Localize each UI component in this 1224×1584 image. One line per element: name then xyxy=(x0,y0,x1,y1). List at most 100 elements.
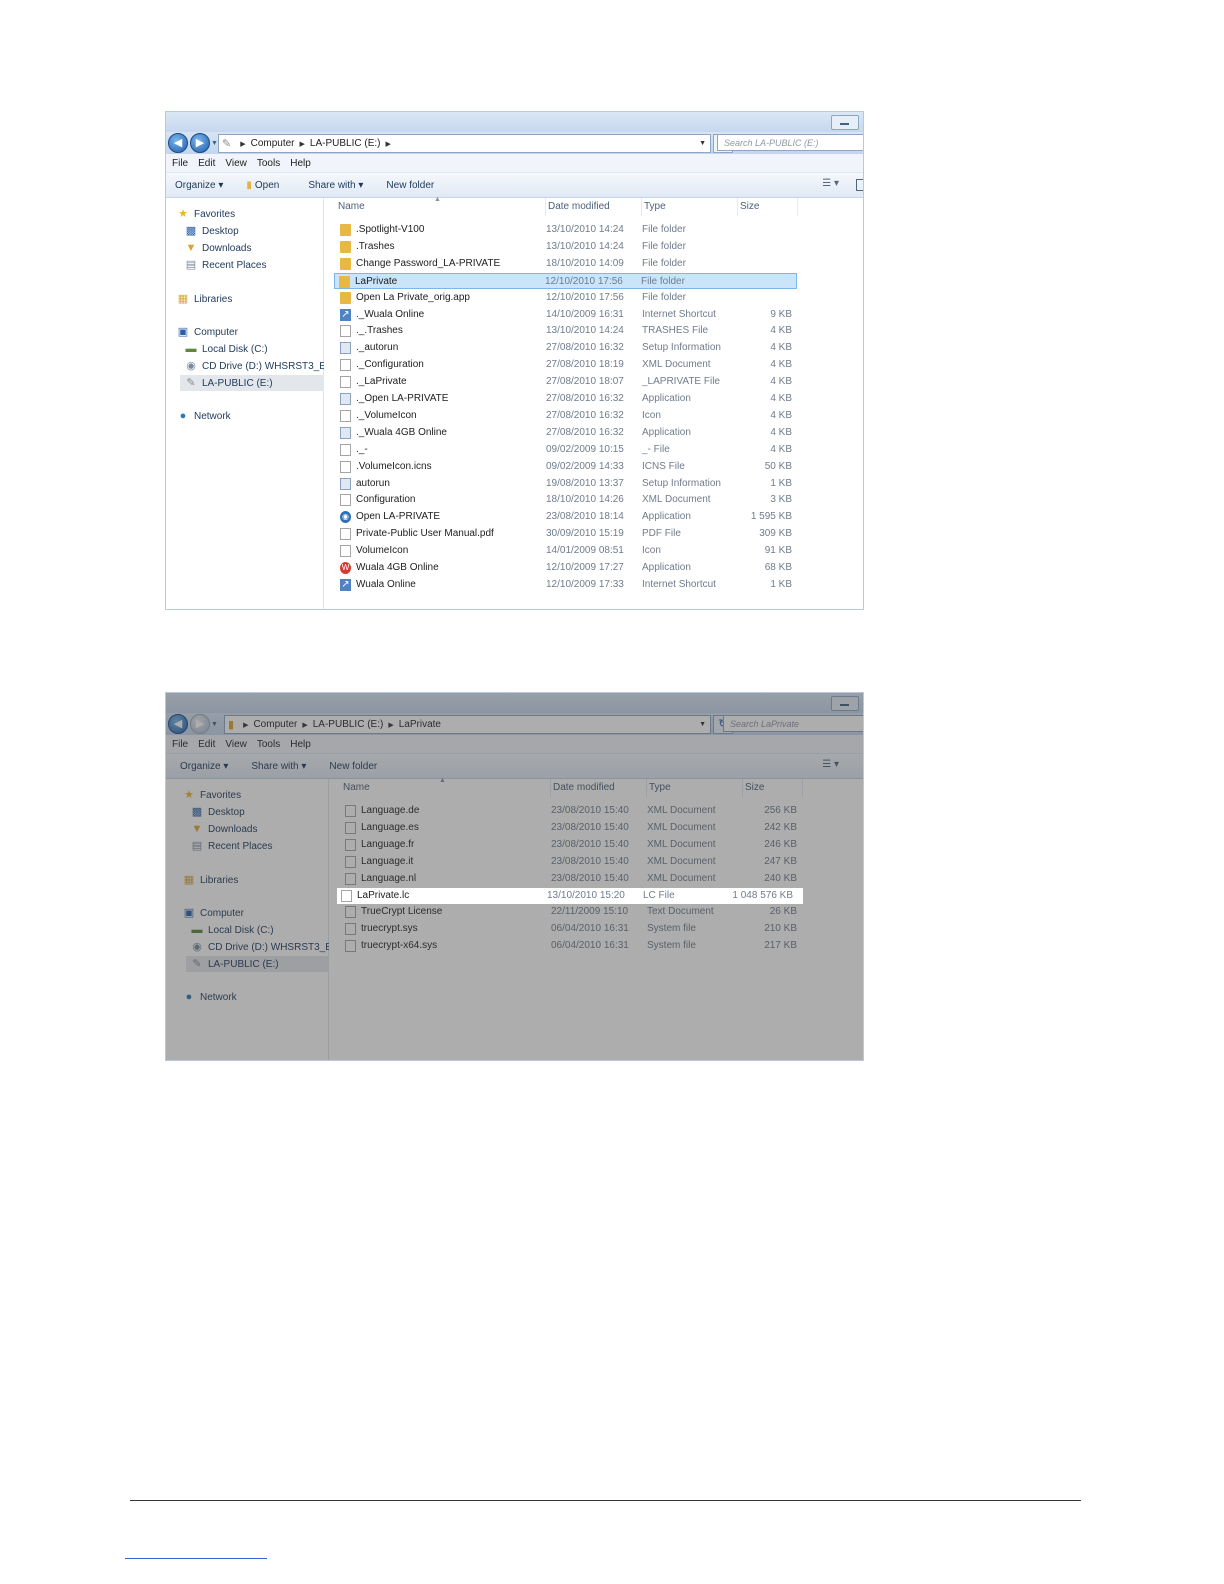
minimize-button[interactable] xyxy=(831,696,859,711)
file-row[interactable]: .Trashes 13/10/2010 14:24 File folder xyxy=(336,239,796,255)
column-header-date[interactable]: Date modified xyxy=(546,198,642,216)
file-row[interactable]: Language.nl 23/08/2010 15:40 XML Document 2… xyxy=(341,871,801,887)
file-row[interactable]: Language.it 23/08/2010 15:40 XML Document 2… xyxy=(341,854,801,870)
file-row[interactable]: Language.es 23/08/2010 15:40 XML Document 2… xyxy=(341,820,801,836)
file-row[interactable]: ._.Trashes 13/10/2010 14:24 TRASHES File 4 … xyxy=(336,323,796,339)
forward-button[interactable]: ▶ xyxy=(190,133,210,153)
file-row[interactable]: Configuration 18/10/2010 14:26 XML Documen… xyxy=(336,492,796,508)
file-row[interactable]: ._Configuration 27/08/2010 18:19 XML Docum… xyxy=(336,357,796,373)
nav-desktop[interactable]: ▩ Desktop xyxy=(190,804,245,820)
file-row[interactable]: TrueCrypt License 22/11/2009 15:10 Text Do… xyxy=(341,904,801,920)
breadcrumb-separator-icon[interactable]: ▶ xyxy=(243,721,248,729)
file-row[interactable]: ._LaPrivate 27/08/2010 18:07 _LAPRIVATE Fi… xyxy=(336,374,796,390)
breadcrumb-separator-icon[interactable]: ▶ xyxy=(385,140,390,148)
minimize-button[interactable] xyxy=(831,115,859,130)
file-row[interactable]: .Spotlight-V100 13/10/2010 14:24 File fold… xyxy=(336,222,796,238)
address-dropdown-icon[interactable]: ▼ xyxy=(699,721,706,728)
column-header-name[interactable]: Name xyxy=(343,779,551,797)
file-row[interactable]: ↗ Wuala Online 12/10/2009 17:33 Internet Sh… xyxy=(336,577,796,593)
organize-button[interactable]: Organize ▾ xyxy=(175,180,223,191)
search-input[interactable]: Search LaPrivate xyxy=(723,715,863,732)
column-header-type[interactable]: Type xyxy=(647,779,743,797)
back-button[interactable]: ◀ xyxy=(168,133,188,153)
file-row[interactable]: VolumeIcon 14/01/2009 08:51 Icon 91 KB xyxy=(336,543,796,559)
nav-computer[interactable]: ▣ Computer xyxy=(182,905,244,921)
file-row[interactable]: truecrypt-x64.sys 06/04/2010 16:31 System … xyxy=(341,938,801,954)
file-row[interactable]: autorun 19/08/2010 13:37 Setup Information… xyxy=(336,476,796,492)
open-button[interactable]: ▮ Open xyxy=(246,180,279,191)
file-row[interactable]: Change Password_LA-PRIVATE 18/10/2010 14:… xyxy=(336,256,796,272)
file-row[interactable]: ◉ Open LA-PRIVATE 23/08/2010 18:14 Applicat… xyxy=(336,509,796,525)
menu-edit[interactable]: Edit xyxy=(198,739,215,750)
file-row[interactable]: Language.fr 23/08/2010 15:40 XML Document 2… xyxy=(341,837,801,853)
column-header-name[interactable]: Name xyxy=(338,198,546,216)
menu-help[interactable]: Help xyxy=(290,739,311,750)
breadcrumb-separator-icon[interactable]: ▶ xyxy=(302,721,307,729)
file-row[interactable]: Private-Public User Manual.pdf 30/09/2010… xyxy=(336,526,796,542)
nav-favorites[interactable]: ★ Favorites xyxy=(176,206,235,222)
nav-network[interactable]: ● Network xyxy=(182,989,237,1005)
address-bar[interactable]: ▮ ▶ Computer ▶ LA-PUBLIC (E:) ▶ LaPrivat… xyxy=(224,715,711,734)
breadcrumb-laprivate[interactable]: LaPrivate xyxy=(399,719,441,730)
file-row[interactable]: Open La Private_orig.app 12/10/2010 17:56… xyxy=(336,290,796,306)
menu-help[interactable]: Help xyxy=(290,158,311,169)
file-row[interactable]: Language.de 23/08/2010 15:40 XML Document 2… xyxy=(341,803,801,819)
menu-file[interactable]: File xyxy=(172,158,188,169)
menu-view[interactable]: View xyxy=(225,158,247,169)
breadcrumb-la-public[interactable]: LA-PUBLIC (E:) xyxy=(313,719,384,730)
nav-local-disk[interactable]: ▬ Local Disk (C:) xyxy=(184,341,268,357)
organize-button[interactable]: Organize ▾ xyxy=(180,761,228,772)
share-with-button[interactable]: Share with ▾ xyxy=(308,180,363,191)
file-row[interactable]: W Wuala 4GB Online 12/10/2009 17:27 Applica… xyxy=(336,560,796,576)
nav-libraries[interactable]: ▦ Libraries xyxy=(176,291,233,307)
share-with-button[interactable]: Share with ▾ xyxy=(251,761,306,772)
menu-tools[interactable]: Tools xyxy=(257,739,280,750)
breadcrumb-computer[interactable]: Computer xyxy=(253,719,297,730)
menu-file[interactable]: File xyxy=(172,739,188,750)
nav-computer[interactable]: ▣ Computer xyxy=(176,324,238,340)
nav-libraries[interactable]: ▦ Libraries xyxy=(182,872,239,888)
nav-cd-drive[interactable]: ◉ CD Drive (D:) WHSRST3_EN xyxy=(184,358,333,374)
search-input[interactable]: Search LA-PUBLIC (E:) xyxy=(717,134,863,151)
file-row[interactable]: truecrypt.sys 06/04/2010 16:31 System file… xyxy=(341,921,801,937)
file-row[interactable]: ._- 09/02/2009 10:15 _- File 4 KB xyxy=(336,442,796,458)
breadcrumb-separator-icon[interactable]: ▶ xyxy=(388,721,393,729)
forward-button[interactable]: ▶ xyxy=(190,714,210,734)
nav-la-public[interactable]: ✎ LA-PUBLIC (E:) xyxy=(186,956,332,972)
change-view-icon[interactable]: ☰ ▾ xyxy=(822,178,839,189)
file-row[interactable]: ._Open LA-PRIVATE 27/08/2010 16:32 Applica… xyxy=(336,391,796,407)
change-view-icon[interactable]: ☰ ▾ xyxy=(822,759,839,770)
file-row[interactable]: LaPrivate.lc 13/10/2010 15:20 LC File 1 048… xyxy=(337,887,803,904)
nav-favorites[interactable]: ★ Favorites xyxy=(182,787,241,803)
nav-local-disk[interactable]: ▬ Local Disk (C:) xyxy=(190,922,274,938)
new-folder-button[interactable]: New folder xyxy=(329,761,377,772)
file-row[interactable]: ._VolumeIcon 27/08/2010 16:32 Icon 4 KB xyxy=(336,408,796,424)
recent-pages-dropdown-icon[interactable]: ▼ xyxy=(211,140,218,147)
nav-recent-places[interactable]: ▤ Recent Places xyxy=(184,257,267,273)
breadcrumb-separator-icon[interactable]: ▶ xyxy=(240,140,245,148)
nav-cd-drive[interactable]: ◉ CD Drive (D:) WHSRST3_EN xyxy=(190,939,339,955)
column-header-size[interactable]: Size xyxy=(738,198,798,216)
nav-downloads[interactable]: ▼ Downloads xyxy=(184,240,252,256)
file-row[interactable]: ↗ ._Wuala Online 14/10/2009 16:31 Internet … xyxy=(336,307,796,323)
breadcrumb-la-public[interactable]: LA-PUBLIC (E:) xyxy=(310,138,381,149)
menu-edit[interactable]: Edit xyxy=(198,158,215,169)
nav-la-public[interactable]: ✎ LA-PUBLIC (E:) xyxy=(180,375,326,391)
breadcrumb-computer[interactable]: Computer xyxy=(251,138,295,149)
preview-pane-icon[interactable] xyxy=(856,179,863,191)
file-row[interactable]: ._Wuala 4GB Online 27/08/2010 16:32 Applic… xyxy=(336,425,796,441)
new-folder-button[interactable]: New folder xyxy=(386,180,434,191)
menu-tools[interactable]: Tools xyxy=(257,158,280,169)
file-row[interactable]: LaPrivate 12/10/2010 17:56 File folder xyxy=(334,272,797,289)
nav-downloads[interactable]: ▼ Downloads xyxy=(190,821,258,837)
address-dropdown-icon[interactable]: ▼ xyxy=(699,140,706,147)
column-header-date[interactable]: Date modified xyxy=(551,779,647,797)
nav-recent-places[interactable]: ▤ Recent Places xyxy=(190,838,273,854)
file-row[interactable]: .VolumeIcon.icns 09/02/2009 14:33 ICNS Fil… xyxy=(336,459,796,475)
column-header-size[interactable]: Size xyxy=(743,779,803,797)
recent-pages-dropdown-icon[interactable]: ▼ xyxy=(211,721,218,728)
file-row[interactable]: ._autorun 27/08/2010 16:32 Setup Informati… xyxy=(336,340,796,356)
menu-view[interactable]: View xyxy=(225,739,247,750)
nav-desktop[interactable]: ▩ Desktop xyxy=(184,223,239,239)
breadcrumb-separator-icon[interactable]: ▶ xyxy=(300,140,305,148)
